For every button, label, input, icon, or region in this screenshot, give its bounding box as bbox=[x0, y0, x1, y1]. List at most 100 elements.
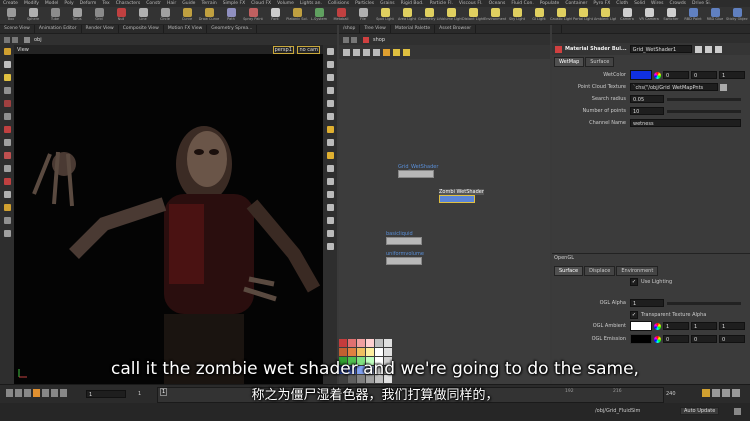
ogl-emission-r-field[interactable]: 0 bbox=[663, 335, 689, 343]
back-icon[interactable] bbox=[4, 36, 10, 43]
color-wheel-icon[interactable] bbox=[654, 71, 661, 79]
shelf-tool-button[interactable]: Box bbox=[0, 7, 22, 24]
node-label[interactable]: Zombi WetShader bbox=[439, 189, 484, 195]
node-body[interactable] bbox=[386, 257, 422, 265]
node-grid-wetshader[interactable]: Grid_WetShader bbox=[398, 164, 438, 178]
lighting-icon[interactable] bbox=[326, 126, 334, 133]
view-tool-icon[interactable] bbox=[3, 113, 11, 120]
back-icon[interactable] bbox=[343, 36, 349, 43]
gear-icon[interactable] bbox=[694, 45, 702, 53]
camera-menu[interactable]: persp1 bbox=[272, 45, 294, 54]
pose-tool-icon[interactable] bbox=[3, 87, 11, 94]
color-wheel-icon[interactable] bbox=[654, 335, 661, 343]
node-name-field[interactable]: Grid_WetShader1 bbox=[629, 45, 692, 53]
shelf-tool-button[interactable]: RBD Glue bbox=[704, 7, 726, 24]
shelf-tool-button[interactable]: Camera bbox=[616, 7, 638, 24]
color-swatch[interactable] bbox=[348, 348, 356, 356]
tab[interactable]: Animation Editor bbox=[35, 25, 82, 33]
ogl-ambient-swatch[interactable] bbox=[630, 321, 652, 331]
shelf-tool-button[interactable]: Spray Paint bbox=[242, 7, 264, 24]
tab[interactable]: Material Palette bbox=[391, 25, 436, 33]
wetcolor-a-field[interactable]: 1 bbox=[719, 71, 745, 79]
node-basicliquid[interactable]: basicliquid bbox=[386, 231, 422, 245]
shelf-tool-button[interactable]: Null bbox=[110, 7, 132, 24]
shelf-tool-button[interactable]: File bbox=[352, 7, 374, 24]
display-option-icon[interactable] bbox=[326, 165, 334, 172]
shelf-tool-button[interactable]: Line bbox=[132, 7, 154, 24]
shelf-tab[interactable]: Wires bbox=[648, 0, 666, 7]
tab[interactable]: Geometry Sprea... bbox=[207, 25, 258, 33]
display-option-icon[interactable] bbox=[326, 178, 334, 185]
color-swatch[interactable] bbox=[339, 339, 347, 347]
note-icon[interactable] bbox=[393, 48, 400, 56]
grid-icon[interactable] bbox=[373, 48, 380, 56]
opengl-folder[interactable]: OpenGL bbox=[554, 255, 574, 261]
shelf-tool-button[interactable]: Platonic Sol. bbox=[286, 7, 308, 24]
node-body[interactable] bbox=[398, 170, 434, 178]
forward-icon[interactable] bbox=[351, 36, 357, 43]
shape-icon[interactable] bbox=[403, 48, 410, 56]
network-editor[interactable]: Grid_WetShader Zombi WetShader basicliqu… bbox=[339, 59, 550, 384]
tab[interactable]: Scene View bbox=[0, 25, 35, 33]
shelf-tab[interactable]: Guide bbox=[179, 0, 198, 7]
display-option-icon[interactable] bbox=[326, 243, 334, 250]
shelf-tool-button[interactable]: Area Light bbox=[396, 7, 418, 24]
node-body[interactable] bbox=[386, 237, 422, 245]
ogl-ambient-r-field[interactable]: 1 bbox=[663, 322, 689, 330]
color-icon[interactable] bbox=[383, 48, 390, 56]
snap-tool-icon[interactable] bbox=[3, 139, 11, 146]
ogl-emission-swatch[interactable] bbox=[630, 334, 652, 344]
display-option-icon[interactable] bbox=[326, 87, 334, 94]
color-swatch[interactable] bbox=[339, 348, 347, 356]
shelf-tool-button[interactable]: Font bbox=[264, 7, 286, 24]
shelf-tab[interactable]: Pyro FX bbox=[590, 0, 613, 7]
shelf-tab[interactable]: Cloud FX bbox=[248, 0, 274, 7]
color-swatch[interactable] bbox=[357, 339, 365, 347]
network-path-label[interactable]: shop bbox=[373, 37, 385, 43]
tab[interactable]: Render View bbox=[82, 25, 119, 33]
shelf-tool-button[interactable]: Spot Light bbox=[374, 7, 396, 24]
ogl-ambient-b-field[interactable]: 1 bbox=[719, 322, 745, 330]
color-swatch[interactable] bbox=[366, 339, 374, 347]
wetcolor-swatch[interactable] bbox=[630, 70, 652, 80]
shelf-tab[interactable]: Modify bbox=[21, 0, 42, 7]
shelf-tab[interactable]: Viscous Fl. bbox=[456, 0, 486, 7]
ogl-emission-g-field[interactable]: 0 bbox=[691, 335, 717, 343]
shelf-tool-button[interactable]: Path bbox=[220, 7, 242, 24]
display-option-icon[interactable] bbox=[326, 61, 334, 68]
points-slider[interactable] bbox=[667, 109, 741, 113]
shelf-tab[interactable]: Volume bbox=[274, 0, 297, 7]
left-path-label[interactable]: obj bbox=[34, 37, 42, 43]
shelf-tab[interactable]: Container bbox=[562, 0, 590, 7]
info-icon[interactable] bbox=[714, 45, 722, 53]
shelf-tool-button[interactable]: Sky Light bbox=[506, 7, 528, 24]
shelf-tab[interactable]: Particles bbox=[352, 0, 377, 7]
node-zombi-wetshader[interactable]: Zombi WetShader bbox=[439, 189, 484, 203]
shelf-tool-button[interactable]: Distant Light bbox=[462, 7, 484, 24]
display-option-icon[interactable] bbox=[326, 48, 334, 55]
color-swatch[interactable] bbox=[375, 348, 383, 356]
channel-field[interactable]: wetness bbox=[630, 119, 741, 127]
node-uniformvolume[interactable]: uniformvolume bbox=[386, 251, 424, 265]
shelf-tool-button[interactable]: Sphere bbox=[22, 7, 44, 24]
display-option-icon[interactable] bbox=[326, 74, 334, 81]
shelf-tab[interactable]: Collisions bbox=[325, 0, 352, 7]
ogl-alpha-field[interactable]: 1 bbox=[630, 299, 664, 307]
display-option-icon[interactable] bbox=[326, 139, 334, 146]
shelf-tab[interactable]: Create bbox=[0, 0, 21, 7]
shelf-tab[interactable]: Oceans bbox=[486, 0, 509, 7]
shelf-tab[interactable]: Simple FX bbox=[220, 0, 248, 7]
shelf-tab[interactable]: Fluid Con. bbox=[508, 0, 536, 7]
pointcloud-field[interactable]: `chs("/obj/Grid_WetMapPnts bbox=[630, 83, 718, 91]
shelf-tab[interactable]: Lights an. bbox=[297, 0, 325, 7]
shelf-tab[interactable]: Hair bbox=[164, 0, 179, 7]
magnet-tool-icon[interactable] bbox=[3, 126, 11, 133]
render-region-icon[interactable] bbox=[3, 152, 11, 159]
wetcolor-b-field[interactable]: 0 bbox=[691, 71, 717, 79]
shelf-tool-button[interactable]: Portal Light bbox=[572, 7, 594, 24]
radius-slider[interactable] bbox=[667, 97, 741, 101]
color-swatch[interactable] bbox=[357, 348, 365, 356]
tab[interactable]: Surface bbox=[554, 266, 584, 276]
shelf-tab[interactable]: Tex bbox=[99, 0, 112, 7]
shelf-tab[interactable]: Cloth bbox=[613, 0, 631, 7]
